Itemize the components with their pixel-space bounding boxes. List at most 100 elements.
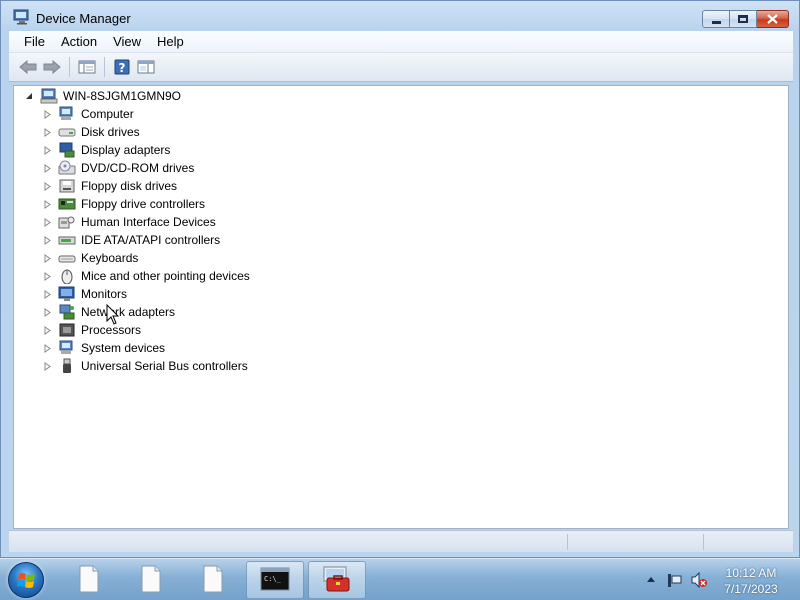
tree-item-label: Network adapters <box>81 305 176 319</box>
tree-item-label: DVD/CD-ROM drives <box>81 161 195 175</box>
floppy-controller-icon <box>58 196 76 212</box>
tree-item-label: System devices <box>81 341 166 355</box>
expand-arrow-icon[interactable] <box>42 127 52 137</box>
dvd-drive-icon <box>58 160 76 176</box>
device-tree[interactable]: WIN-8SJGM1GMN9O Computer Disk drives Displ… <box>13 85 789 529</box>
taskbar-button-file[interactable] <box>184 561 242 599</box>
minimize-button[interactable] <box>702 10 730 28</box>
clock[interactable]: 10:12 AM 7/17/2023 <box>712 565 790 597</box>
close-button[interactable] <box>757 10 789 28</box>
expand-arrow-icon[interactable] <box>42 109 52 119</box>
device-manager-icon <box>13 9 29 25</box>
help-button[interactable]: ? <box>111 56 133 78</box>
tree-item-disk-drives[interactable]: Disk drives <box>42 123 140 141</box>
tree-item-keyboards[interactable]: Keyboards <box>42 249 138 267</box>
expand-arrow-icon[interactable] <box>42 217 52 227</box>
tree-item-label: Keyboards <box>81 251 139 265</box>
status-divider <box>703 534 704 550</box>
taskbar-button-device-manager[interactable] <box>308 561 366 599</box>
expand-arrow-icon[interactable] <box>42 307 52 317</box>
toolbar-separator <box>69 57 70 77</box>
status-divider <box>567 534 568 550</box>
tree-item-label: Floppy drive controllers <box>81 197 206 211</box>
forward-button[interactable] <box>41 56 63 78</box>
maximize-icon <box>738 15 748 23</box>
clock-date: 7/17/2023 <box>724 582 778 596</box>
expand-arrow-icon[interactable] <box>42 253 52 263</box>
action-center-flag-icon[interactable] <box>666 572 684 588</box>
windows-logo-icon <box>17 573 35 588</box>
file-icon <box>78 565 100 596</box>
monitor-icon <box>58 286 76 302</box>
expand-arrow-icon[interactable] <box>42 361 52 371</box>
device-manager-icon <box>321 565 353 596</box>
tree-item-mice-and-other-pointing-devices[interactable]: Mice and other pointing devices <box>42 267 250 285</box>
expand-arrow-icon[interactable] <box>42 289 52 299</box>
expand-arrow-icon[interactable] <box>42 145 52 155</box>
window-title: Device Manager <box>36 11 131 26</box>
collapse-arrow-icon[interactable] <box>24 91 34 101</box>
device-manager-window: Device Manager File Action View Help ? W… <box>0 0 800 558</box>
menu-view[interactable]: View <box>105 34 149 49</box>
expand-arrow-icon[interactable] <box>42 235 52 245</box>
tree-root-node[interactable]: WIN-8SJGM1GMN9O <box>24 87 181 105</box>
expand-arrow-icon[interactable] <box>42 181 52 191</box>
keyboard-icon <box>58 250 76 266</box>
taskbar-button-file[interactable] <box>60 561 118 599</box>
volume-muted-icon[interactable] <box>690 572 708 588</box>
expand-arrow-icon[interactable] <box>42 163 52 173</box>
svg-text:C:\_: C:\_ <box>264 575 282 583</box>
action-pane-icon <box>137 60 155 74</box>
tree-item-monitors[interactable]: Monitors <box>42 285 127 303</box>
mouse-cursor-icon <box>106 304 120 325</box>
system-devices-icon <box>58 340 76 356</box>
computer-icon <box>40 88 58 104</box>
tree-item-label: Monitors <box>81 287 128 301</box>
tree-item-computer[interactable]: Computer <box>42 105 134 123</box>
taskbar-button-command-prompt[interactable]: C:\_ <box>246 561 304 599</box>
ide-controller-icon <box>58 232 76 248</box>
processor-icon <box>58 322 76 338</box>
computer-icon <box>58 106 76 122</box>
tree-item-ide-ata-atapi-controllers[interactable]: IDE ATA/ATAPI controllers <box>42 231 220 249</box>
start-button[interactable] <box>8 562 44 598</box>
maximize-button[interactable] <box>730 10 757 28</box>
title-bar[interactable]: Device Manager <box>1 1 799 33</box>
display-adapter-icon <box>58 142 76 158</box>
tree-item-human-interface-devices[interactable]: Human Interface Devices <box>42 213 216 231</box>
tree-item-label: Computer <box>81 107 134 121</box>
file-icon <box>202 565 224 596</box>
network-adapter-icon <box>58 304 76 320</box>
tree-item-universal-serial-bus-controllers[interactable]: Universal Serial Bus controllers <box>42 357 248 375</box>
tree-item-label: Disk drives <box>81 125 140 139</box>
expand-arrow-icon[interactable] <box>42 325 52 335</box>
tree-item-dvd-cd-rom-drives[interactable]: DVD/CD-ROM drives <box>42 159 194 177</box>
tree-item-processors[interactable]: Processors <box>42 321 141 339</box>
tree-item-label: Mice and other pointing devices <box>81 269 250 283</box>
status-bar <box>9 530 793 552</box>
tree-item-label: IDE ATA/ATAPI controllers <box>81 233 221 247</box>
show-hidden-icons-icon[interactable] <box>646 575 656 583</box>
disk-drive-icon <box>58 124 76 140</box>
svg-text:?: ? <box>119 61 126 75</box>
expand-arrow-icon[interactable] <box>42 199 52 209</box>
menu-file[interactable]: File <box>9 34 53 49</box>
help-icon: ? <box>114 59 130 75</box>
taskbar-button-file[interactable] <box>122 561 180 599</box>
command-prompt-icon: C:\_ <box>260 567 290 594</box>
tree-item-floppy-disk-drives[interactable]: Floppy disk drives <box>42 177 177 195</box>
expand-arrow-icon[interactable] <box>42 343 52 353</box>
back-button[interactable] <box>17 56 39 78</box>
toolbar-separator <box>104 57 105 77</box>
tree-item-display-adapters[interactable]: Display adapters <box>42 141 170 159</box>
tree-item-floppy-drive-controllers[interactable]: Floppy drive controllers <box>42 195 205 213</box>
close-icon <box>767 14 778 24</box>
menu-help[interactable]: Help <box>149 34 192 49</box>
tree-item-system-devices[interactable]: System devices <box>42 339 165 357</box>
show-action-pane-button[interactable] <box>135 56 157 78</box>
expand-arrow-icon[interactable] <box>42 271 52 281</box>
show-hide-console-tree-button[interactable] <box>76 56 98 78</box>
menu-action[interactable]: Action <box>53 34 105 49</box>
back-arrow-icon <box>19 60 37 74</box>
tree-item-label: Floppy disk drives <box>81 179 178 193</box>
